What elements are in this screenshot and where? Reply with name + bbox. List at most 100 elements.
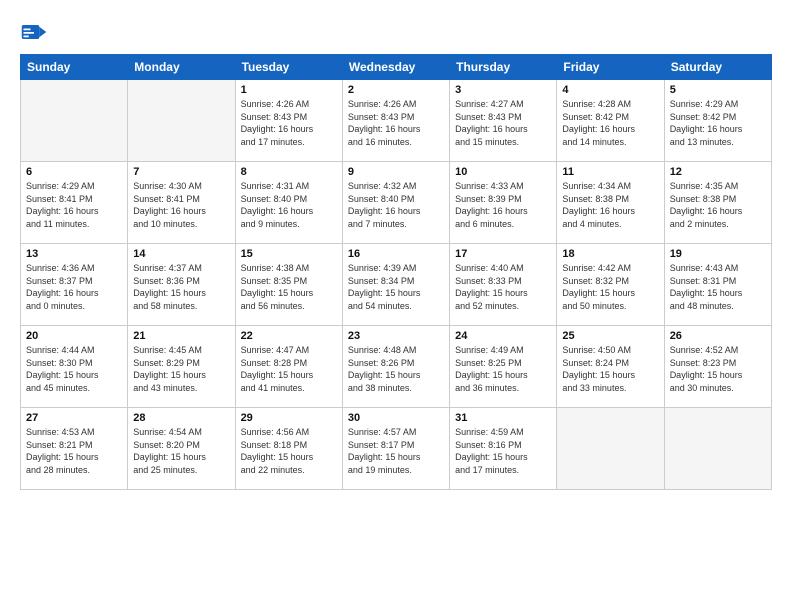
calendar-cell: 19 Sunrise: 4:43 AM Sunset: 8:31 PM Dayli… <box>664 244 771 326</box>
calendar-cell: 15 Sunrise: 4:38 AM Sunset: 8:35 PM Dayli… <box>235 244 342 326</box>
day-info: Sunrise: 4:40 AM Sunset: 8:33 PM Dayligh… <box>455 262 551 312</box>
calendar-cell: 16 Sunrise: 4:39 AM Sunset: 8:34 PM Dayli… <box>342 244 449 326</box>
calendar-cell: 25 Sunrise: 4:50 AM Sunset: 8:24 PM Dayli… <box>557 326 664 408</box>
day-info: Sunrise: 4:44 AM Sunset: 8:30 PM Dayligh… <box>26 344 122 394</box>
day-number: 25 <box>562 330 658 342</box>
day-number: 22 <box>241 330 337 342</box>
calendar-cell: 29Sunrise: 4:56 AM Sunset: 8:18 PM Dayli… <box>235 408 342 490</box>
calendar-cell: 26 Sunrise: 4:52 AM Sunset: 8:23 PM Dayli… <box>664 326 771 408</box>
calendar-cell: 24Sunrise: 4:49 AM Sunset: 8:25 PM Dayli… <box>450 326 557 408</box>
calendar-cell: 10 Sunrise: 4:33 AM Sunset: 8:39 PM Dayli… <box>450 162 557 244</box>
calendar-cell <box>21 80 128 162</box>
day-number: 12 <box>670 166 766 178</box>
calendar-cell: 17 Sunrise: 4:40 AM Sunset: 8:33 PM Dayli… <box>450 244 557 326</box>
day-info: Sunrise: 4:48 AM Sunset: 8:26 PM Dayligh… <box>348 344 444 394</box>
calendar-cell: 1Sunrise: 4:26 AM Sunset: 8:43 PM Daylig… <box>235 80 342 162</box>
calendar-cell: 31 Sunrise: 4:59 AM Sunset: 8:16 PM Dayli… <box>450 408 557 490</box>
day-info: Sunrise: 4:50 AM Sunset: 8:24 PM Dayligh… <box>562 344 658 394</box>
day-info: Sunrise: 4:31 AM Sunset: 8:40 PM Dayligh… <box>241 180 337 230</box>
calendar-cell: 28 Sunrise: 4:54 AM Sunset: 8:20 PM Dayli… <box>128 408 235 490</box>
day-number: 27 <box>26 412 122 424</box>
day-number: 5 <box>670 84 766 96</box>
calendar-cell: 9 Sunrise: 4:32 AM Sunset: 8:40 PM Daylig… <box>342 162 449 244</box>
calendar: SundayMondayTuesdayWednesdayThursdayFrid… <box>20 54 772 490</box>
day-info: Sunrise: 4:43 AM Sunset: 8:31 PM Dayligh… <box>670 262 766 312</box>
day-info: Sunrise: 4:59 AM Sunset: 8:16 PM Dayligh… <box>455 426 551 476</box>
day-info: Sunrise: 4:45 AM Sunset: 8:29 PM Dayligh… <box>133 344 229 394</box>
day-number: 30 <box>348 412 444 424</box>
day-number: 7 <box>133 166 229 178</box>
day-number: 4 <box>562 84 658 96</box>
day-number: 18 <box>562 248 658 260</box>
day-number: 31 <box>455 412 551 424</box>
day-info: Sunrise: 4:34 AM Sunset: 8:38 PM Dayligh… <box>562 180 658 230</box>
calendar-cell: 18 Sunrise: 4:42 AM Sunset: 8:32 PM Dayli… <box>557 244 664 326</box>
day-number: 17 <box>455 248 551 260</box>
calendar-cell: 13 Sunrise: 4:36 AM Sunset: 8:37 PM Dayli… <box>21 244 128 326</box>
calendar-cell: 22 Sunrise: 4:47 AM Sunset: 8:28 PM Dayli… <box>235 326 342 408</box>
day-number: 24 <box>455 330 551 342</box>
calendar-cell: 11 Sunrise: 4:34 AM Sunset: 8:38 PM Dayli… <box>557 162 664 244</box>
weekday-header-sunday: Sunday <box>21 55 128 80</box>
calendar-cell: 21Sunrise: 4:45 AM Sunset: 8:29 PM Dayli… <box>128 326 235 408</box>
day-number: 15 <box>241 248 337 260</box>
day-number: 10 <box>455 166 551 178</box>
day-info: Sunrise: 4:39 AM Sunset: 8:34 PM Dayligh… <box>348 262 444 312</box>
day-number: 13 <box>26 248 122 260</box>
calendar-cell <box>557 408 664 490</box>
calendar-cell <box>664 408 771 490</box>
calendar-cell: 20 Sunrise: 4:44 AM Sunset: 8:30 PM Dayli… <box>21 326 128 408</box>
day-info: Sunrise: 4:38 AM Sunset: 8:35 PM Dayligh… <box>241 262 337 312</box>
day-number: 29 <box>241 412 337 424</box>
calendar-cell <box>128 80 235 162</box>
day-info: Sunrise: 4:29 AM Sunset: 8:41 PM Dayligh… <box>26 180 122 230</box>
day-number: 3 <box>455 84 551 96</box>
day-info: Sunrise: 4:32 AM Sunset: 8:40 PM Dayligh… <box>348 180 444 230</box>
day-number: 28 <box>133 412 229 424</box>
calendar-cell: 8 Sunrise: 4:31 AM Sunset: 8:40 PM Daylig… <box>235 162 342 244</box>
day-info: Sunrise: 4:37 AM Sunset: 8:36 PM Dayligh… <box>133 262 229 312</box>
day-number: 19 <box>670 248 766 260</box>
day-info: Sunrise: 4:29 AM Sunset: 8:42 PM Dayligh… <box>670 98 766 148</box>
calendar-cell: 14 Sunrise: 4:37 AM Sunset: 8:36 PM Dayli… <box>128 244 235 326</box>
day-info: Sunrise: 4:42 AM Sunset: 8:32 PM Dayligh… <box>562 262 658 312</box>
day-number: 14 <box>133 248 229 260</box>
day-info: Sunrise: 4:47 AM Sunset: 8:28 PM Dayligh… <box>241 344 337 394</box>
day-info: Sunrise: 4:28 AM Sunset: 8:42 PM Dayligh… <box>562 98 658 148</box>
calendar-cell: 12 Sunrise: 4:35 AM Sunset: 8:38 PM Dayli… <box>664 162 771 244</box>
day-info: Sunrise: 4:33 AM Sunset: 8:39 PM Dayligh… <box>455 180 551 230</box>
day-number: 8 <box>241 166 337 178</box>
weekday-header-thursday: Thursday <box>450 55 557 80</box>
calendar-cell: 27 Sunrise: 4:53 AM Sunset: 8:21 PM Dayli… <box>21 408 128 490</box>
day-info: Sunrise: 4:26 AM Sunset: 8:43 PM Dayligh… <box>348 98 444 148</box>
day-number: 23 <box>348 330 444 342</box>
calendar-cell: 6 Sunrise: 4:29 AM Sunset: 8:41 PM Daylig… <box>21 162 128 244</box>
weekday-header-saturday: Saturday <box>664 55 771 80</box>
day-number: 1 <box>241 84 337 96</box>
day-number: 6 <box>26 166 122 178</box>
day-info: Sunrise: 4:27 AM Sunset: 8:43 PM Dayligh… <box>455 98 551 148</box>
day-info: Sunrise: 4:52 AM Sunset: 8:23 PM Dayligh… <box>670 344 766 394</box>
day-number: 2 <box>348 84 444 96</box>
logo <box>20 18 52 46</box>
logo-icon <box>20 18 48 46</box>
calendar-cell: 30Sunrise: 4:57 AM Sunset: 8:17 PM Dayli… <box>342 408 449 490</box>
weekday-header-tuesday: Tuesday <box>235 55 342 80</box>
day-number: 26 <box>670 330 766 342</box>
calendar-cell: 3 Sunrise: 4:27 AM Sunset: 8:43 PM Daylig… <box>450 80 557 162</box>
day-info: Sunrise: 4:54 AM Sunset: 8:20 PM Dayligh… <box>133 426 229 476</box>
day-number: 9 <box>348 166 444 178</box>
calendar-cell: 5 Sunrise: 4:29 AM Sunset: 8:42 PM Daylig… <box>664 80 771 162</box>
calendar-cell: 23 Sunrise: 4:48 AM Sunset: 8:26 PM Dayli… <box>342 326 449 408</box>
day-info: Sunrise: 4:36 AM Sunset: 8:37 PM Dayligh… <box>26 262 122 312</box>
day-number: 16 <box>348 248 444 260</box>
day-number: 20 <box>26 330 122 342</box>
day-info: Sunrise: 4:35 AM Sunset: 8:38 PM Dayligh… <box>670 180 766 230</box>
calendar-cell: 2 Sunrise: 4:26 AM Sunset: 8:43 PM Daylig… <box>342 80 449 162</box>
weekday-header-friday: Friday <box>557 55 664 80</box>
calendar-cell: 7 Sunrise: 4:30 AM Sunset: 8:41 PM Daylig… <box>128 162 235 244</box>
day-info: Sunrise: 4:30 AM Sunset: 8:41 PM Dayligh… <box>133 180 229 230</box>
day-info: Sunrise: 4:53 AM Sunset: 8:21 PM Dayligh… <box>26 426 122 476</box>
day-number: 11 <box>562 166 658 178</box>
weekday-header-monday: Monday <box>128 55 235 80</box>
